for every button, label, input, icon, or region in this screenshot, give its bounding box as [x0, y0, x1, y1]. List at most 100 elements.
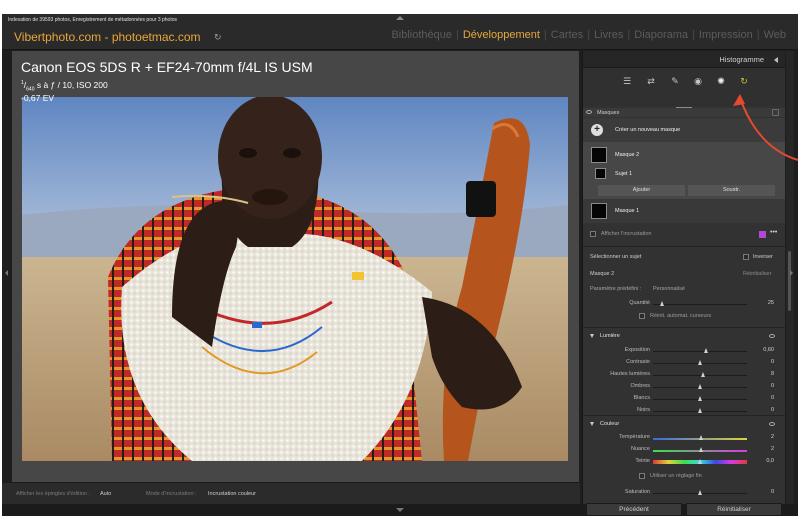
light-slider-thumb[interactable] [697, 408, 702, 413]
module-slideshow[interactable]: Diaporama [630, 29, 692, 41]
sliders-icon[interactable]: ☰ [621, 75, 633, 87]
plus-icon[interactable]: + [591, 124, 603, 136]
eye-icon[interactable] [586, 110, 592, 114]
overlay-mode-label: Mode d'incrustation : [146, 491, 197, 497]
amount-track[interactable] [653, 304, 747, 305]
light-collapse-icon[interactable] [590, 334, 594, 338]
mask-2-label: Masque 2 [615, 152, 640, 158]
light-slider-value[interactable]: 0 [771, 395, 774, 401]
reset-button[interactable]: Réinitialiser [686, 503, 782, 516]
color-slider-row: Température 2 [583, 432, 785, 444]
auto-reset-checkbox[interactable] [639, 313, 645, 319]
module-map[interactable]: Cartes [547, 29, 587, 41]
collapse-top-icon[interactable] [396, 16, 404, 20]
auto-reset-label: Réinit. automat. curseurs [650, 313, 712, 319]
module-develop[interactable]: Développement [459, 29, 544, 41]
brand-plate: Vibertphoto.com - photoetmac.com [14, 30, 201, 44]
amount-slider-row: Quantité 25 [583, 298, 785, 310]
module-print[interactable]: Impression [695, 29, 757, 41]
annotation-arrow [733, 94, 799, 161]
shutter-denominator: 640 [26, 86, 35, 93]
more-options-icon[interactable]: ••• [770, 229, 777, 236]
show-pins-label: Afficher les épingles d'édition : [16, 491, 91, 497]
light-slider-thumb[interactable] [697, 384, 702, 389]
overlay-color-swatch[interactable] [759, 231, 766, 238]
color-slider-thumb[interactable] [697, 459, 702, 464]
right-panel-toggle-icon[interactable] [790, 270, 793, 276]
mask-1-row[interactable]: Masque 1 [583, 199, 785, 223]
mask-2-thumbnail[interactable] [591, 147, 607, 163]
light-slider-label: Noirs [637, 407, 650, 413]
show-overlay-checkbox[interactable] [590, 231, 596, 237]
portrait-photo[interactable] [22, 97, 568, 461]
light-slider-value[interactable]: 0 [771, 383, 774, 389]
saturation-thumb[interactable] [698, 490, 702, 495]
histogram-header[interactable]: Histogramme [583, 51, 785, 68]
light-slider-thumb[interactable] [697, 360, 702, 365]
exposure-info: 1/640 s à ƒ / 10, ISO 200 [21, 80, 108, 93]
exposure-rest: s à ƒ / 10, ISO 200 [34, 80, 108, 90]
module-book[interactable]: Livres [590, 29, 627, 41]
light-eye-icon[interactable] [769, 334, 775, 338]
crop-rotate-icon[interactable]: ⇄ [645, 75, 657, 87]
amount-thumb[interactable] [660, 301, 664, 306]
color-slider-thumb[interactable] [699, 447, 704, 452]
lightroom-window: Indexation de 39593 photos, Enregistreme… [2, 14, 798, 516]
refresh-icon[interactable]: ↻ [214, 32, 222, 43]
add-button[interactable]: Ajouter [598, 185, 685, 196]
color-slider-value[interactable]: 2 [771, 434, 774, 440]
divider [583, 246, 785, 247]
subject-1-thumbnail[interactable] [595, 168, 606, 179]
reset-mask-link[interactable]: Réinitialiser [743, 271, 771, 277]
light-slider-value[interactable]: 0 [771, 407, 774, 413]
light-slider-row: Contraste 0 [583, 357, 785, 369]
color-slider-value[interactable]: 2 [771, 446, 774, 452]
light-slider-value[interactable]: 0,60 [763, 347, 774, 353]
shutter-numerator: 1 [21, 80, 24, 87]
color-slider-label: Teinte [635, 458, 650, 464]
light-slider-label: Blancs [633, 395, 650, 401]
color-slider-value[interactable]: 0,0 [766, 458, 774, 464]
color-collapse-icon[interactable] [590, 422, 594, 426]
light-slider-thumb[interactable] [704, 348, 709, 353]
preset-select[interactable]: Personnalisé [653, 286, 685, 292]
scroll-thumb[interactable] [788, 251, 791, 311]
filmstrip-toggle-icon[interactable] [396, 508, 404, 512]
histogram-expand-icon[interactable] [774, 57, 778, 63]
light-slider-row: Blancs 0 [583, 393, 785, 405]
left-panel-toggle-icon[interactable] [5, 270, 8, 276]
module-web[interactable]: Web [760, 29, 790, 41]
light-slider-thumb[interactable] [701, 372, 706, 377]
overlay-mode-select[interactable]: Incrustation couleur [208, 491, 256, 497]
status-text: Indexation de 39593 photos, Enregistreme… [8, 17, 178, 23]
show-overlay-row: Afficher l'incrustation ••• [583, 227, 785, 241]
saturation-value[interactable]: 0 [771, 489, 774, 495]
color-slider-row: Teinte 0,0 [583, 456, 785, 468]
camera-info: Canon EOS 5DS R + EF24-70mm f/4L IS USM [21, 59, 313, 75]
color-slider-thumb[interactable] [699, 435, 704, 440]
amount-label: Quantité [629, 300, 650, 306]
red-eye-icon[interactable]: ◉ [692, 75, 704, 87]
light-slider-track[interactable] [653, 351, 747, 352]
color-eye-icon[interactable] [769, 422, 775, 426]
previous-button[interactable]: Précédent [586, 503, 682, 516]
hue-fine-checkbox[interactable] [639, 473, 645, 479]
masking-icon[interactable]: ✺ [715, 75, 727, 87]
divider [583, 415, 785, 416]
module-library[interactable]: Bibliothèque [387, 29, 456, 41]
light-slider-track[interactable] [653, 375, 747, 376]
amount-value[interactable]: 25 [768, 300, 774, 306]
light-slider-value[interactable]: 0 [771, 359, 774, 365]
light-slider-row: Exposition 0,60 [583, 345, 785, 357]
show-pins-select[interactable]: Auto [100, 491, 111, 497]
light-slider-value[interactable]: 8 [771, 371, 774, 377]
divider [583, 327, 785, 328]
select-subject-title: Sélectionner un sujet [590, 254, 642, 260]
mask-1-thumbnail[interactable] [591, 203, 607, 219]
subtract-button[interactable]: Soustr. [688, 185, 775, 196]
light-slider-thumb[interactable] [697, 396, 702, 401]
invert-checkbox[interactable] [743, 254, 749, 260]
preset-label: Paramètre prédéfini : [590, 286, 642, 292]
healing-icon[interactable]: ✎ [669, 75, 681, 87]
top-bar: Indexation de 39593 photos, Enregistreme… [2, 14, 798, 50]
